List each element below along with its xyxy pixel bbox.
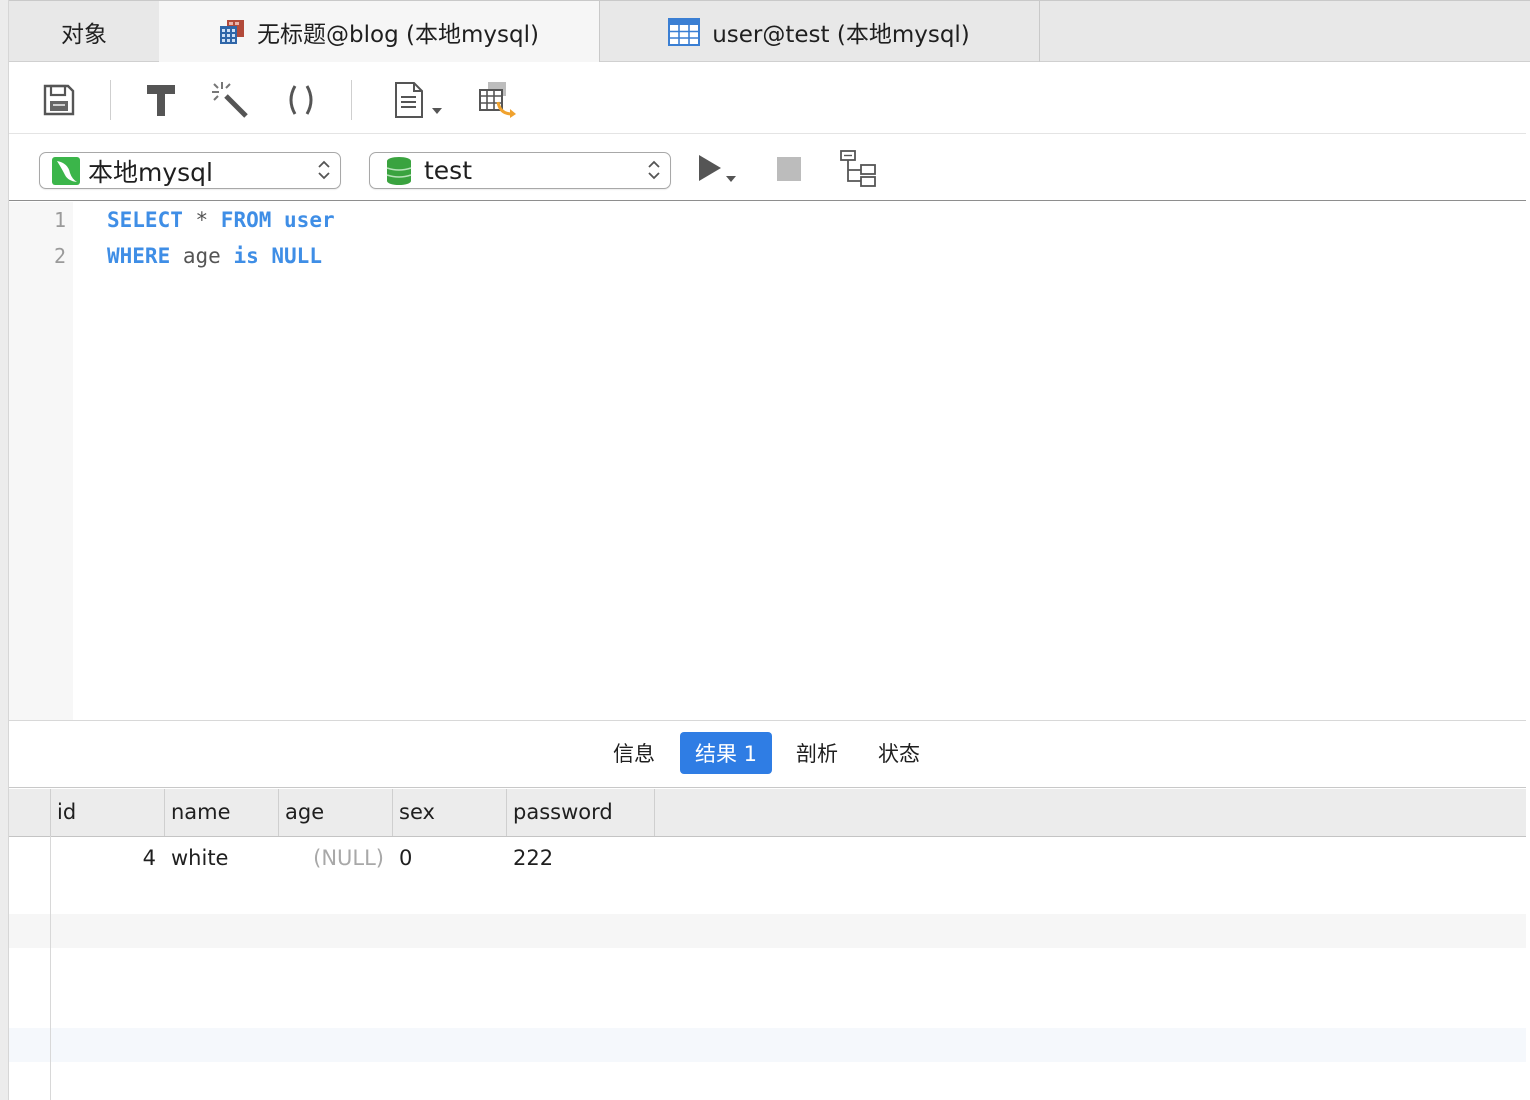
format-button[interactable] xyxy=(141,80,181,120)
cell-password[interactable]: 222 xyxy=(513,840,653,876)
stop-button[interactable] xyxy=(769,149,809,189)
table-icon xyxy=(668,17,701,46)
line-number-gutter: 1 2 xyxy=(9,202,73,720)
left-edge-strip xyxy=(0,0,9,1100)
code-line[interactable]: SELECT * FROM user xyxy=(107,208,335,232)
tab-label: 对象 xyxy=(61,21,107,48)
tab-info[interactable]: 信息 xyxy=(601,732,667,774)
tab-user-table[interactable]: user@test (本地mysql) xyxy=(599,1,1040,62)
sql-keyword: FROM xyxy=(220,208,272,232)
save-icon xyxy=(43,84,75,116)
tab-untitled-query[interactable]: 无标题@blog (本地mysql) xyxy=(159,1,600,63)
snippet-button[interactable] xyxy=(389,80,447,120)
snippet-icon xyxy=(395,82,442,118)
cell-age[interactable]: (NULL) xyxy=(278,840,384,876)
format-icon xyxy=(147,85,175,116)
run-icon xyxy=(699,155,736,182)
line-number: 1 xyxy=(53,208,66,232)
connection-label: 本地mysql xyxy=(88,157,213,187)
tab-label: user@test (本地mysql) xyxy=(712,21,970,48)
tab-status[interactable]: 状态 xyxy=(866,732,932,774)
database-icon xyxy=(386,156,412,185)
save-button[interactable] xyxy=(39,80,79,120)
sql-editor[interactable]: 1 2 SELECT * FROM user WHERE age is NULL xyxy=(9,202,1526,720)
cell-name[interactable]: white xyxy=(171,840,281,876)
parentheses-icon xyxy=(289,85,313,115)
export-button[interactable] xyxy=(475,80,521,120)
connection-row: 本地mysql test xyxy=(9,135,1526,201)
database-label: test xyxy=(424,156,473,185)
query-icon xyxy=(220,20,245,44)
chevron-updown-icon xyxy=(648,160,660,180)
empty-row xyxy=(9,914,1526,948)
tab-label: 剖析 xyxy=(796,742,838,766)
result-grid[interactable]: id name age sex password 4 white (NULL) … xyxy=(9,789,1526,1100)
tab-label: 状态 xyxy=(878,742,920,766)
sql-text: * xyxy=(182,208,221,232)
sql-text: age xyxy=(170,244,234,268)
mysql-dolphin-icon xyxy=(52,156,80,185)
cell-id[interactable]: 4 xyxy=(50,840,156,876)
sql-keyword: WHERE xyxy=(107,244,171,268)
tab-bar: 对象 无标题@blog (本地mysql) user@test (本地mysql… xyxy=(9,0,1530,63)
toolbar xyxy=(9,62,1526,134)
parentheses-button[interactable] xyxy=(281,80,321,120)
stop-icon xyxy=(777,157,801,181)
sql-keyword: NULL xyxy=(271,244,322,268)
column-header-age[interactable]: age xyxy=(278,789,392,836)
export-icon xyxy=(479,82,516,118)
toolbar-separator xyxy=(110,80,111,120)
explain-icon xyxy=(840,150,876,187)
column-header-id[interactable]: id xyxy=(50,789,164,836)
column-header-password[interactable]: password xyxy=(506,789,655,836)
beautify-icon xyxy=(212,82,248,118)
table-row[interactable]: 4 white (NULL) 0 222 xyxy=(9,840,1526,874)
line-number: 2 xyxy=(53,244,66,268)
column-header-name[interactable]: name xyxy=(164,789,278,836)
cell-sex[interactable]: 0 xyxy=(399,840,499,876)
code-line[interactable]: WHERE age is NULL xyxy=(107,244,322,268)
result-tabs-bar: 信息 结果 1 剖析 状态 xyxy=(9,720,1526,788)
sql-keyword: is xyxy=(233,244,259,268)
tab-label: 结果 1 xyxy=(694,742,758,766)
connection-select[interactable]: 本地mysql xyxy=(39,152,341,189)
tab-profile[interactable]: 剖析 xyxy=(784,732,850,774)
tab-objects[interactable]: 对象 xyxy=(9,1,160,62)
grid-header: id name age sex password xyxy=(9,789,1526,837)
row-gutter xyxy=(9,836,51,1100)
database-select[interactable]: test xyxy=(369,152,671,189)
tab-label: 无标题@blog (本地mysql) xyxy=(257,22,539,48)
run-button[interactable] xyxy=(693,149,743,189)
beautify-button[interactable] xyxy=(210,80,250,120)
empty-row xyxy=(9,1028,1526,1062)
column-header-sex[interactable]: sex xyxy=(392,789,506,836)
sql-keyword: user xyxy=(284,208,335,232)
tab-label: 信息 xyxy=(613,742,655,766)
toolbar-separator xyxy=(351,80,352,120)
tab-result-1[interactable]: 结果 1 xyxy=(680,732,772,774)
chevron-updown-icon xyxy=(318,160,330,180)
sql-keyword: SELECT xyxy=(107,208,183,232)
explain-button[interactable] xyxy=(839,149,879,189)
